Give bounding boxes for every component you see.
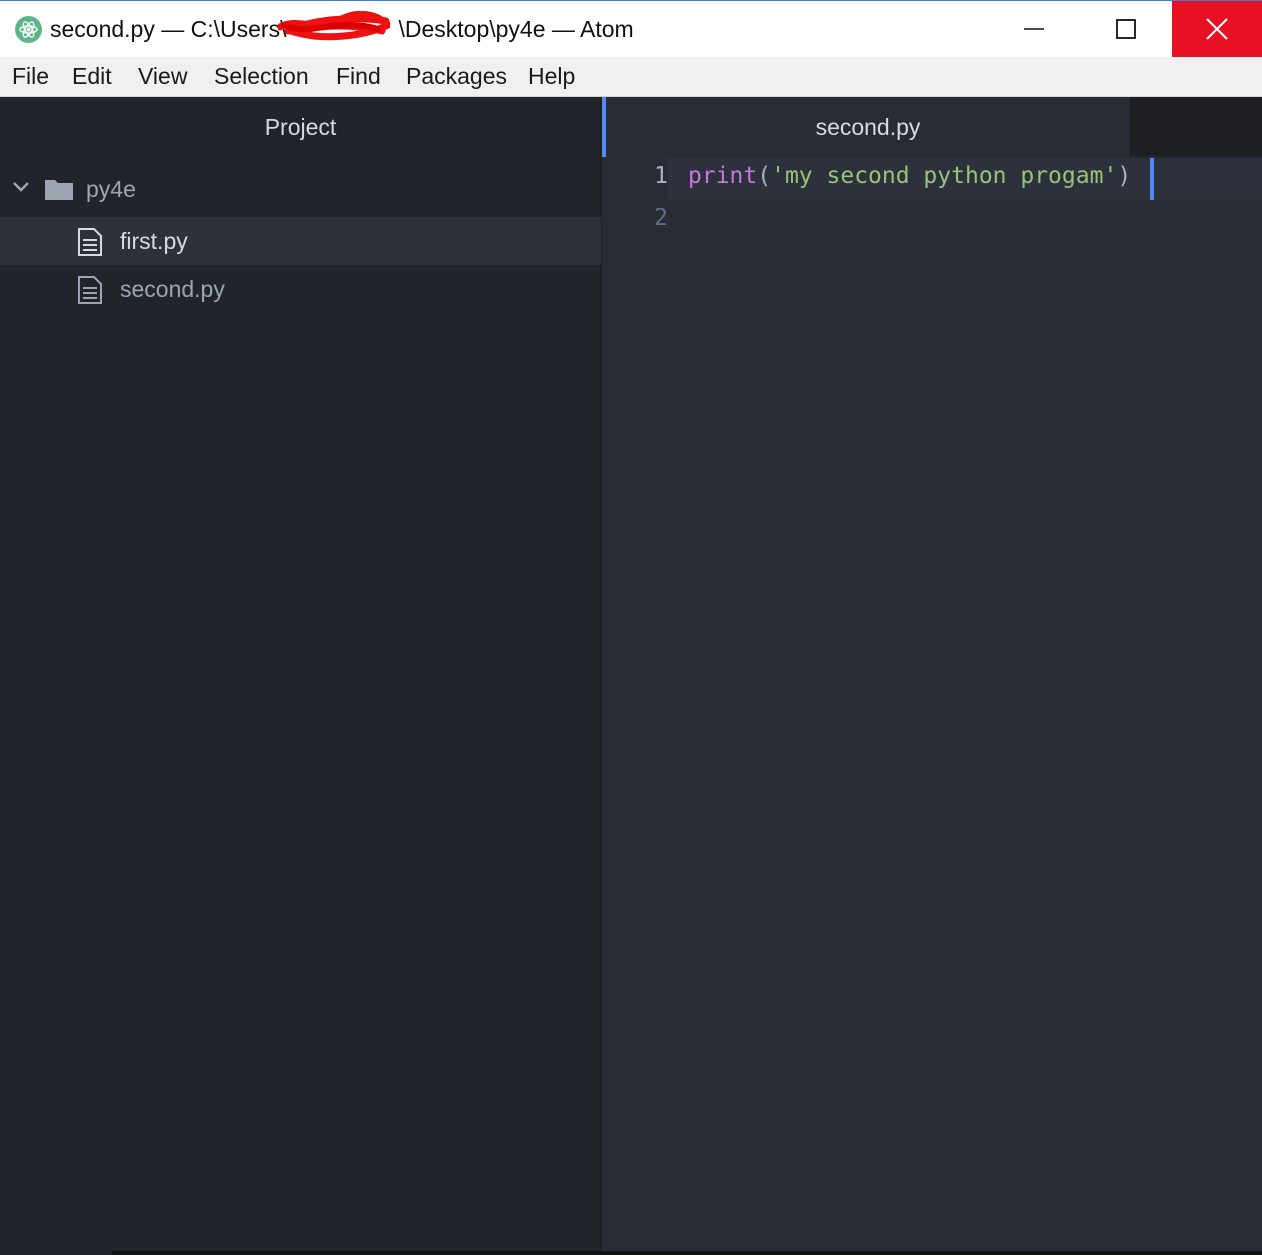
close-button[interactable]	[1172, 1, 1262, 57]
window-title-suffix: \Desktop\py4e — Atom	[398, 16, 634, 42]
token-string: 'my second python progam	[771, 163, 1104, 189]
redaction-scribble	[278, 11, 398, 43]
tree-file-first[interactable]: first.py	[0, 217, 601, 265]
code-line-2[interactable]	[688, 205, 1248, 233]
tab-bar: second.py	[602, 97, 1262, 157]
code-line-1[interactable]: print('my second python progam')	[688, 163, 1131, 189]
maximize-button[interactable]	[1080, 1, 1172, 57]
minimize-button[interactable]	[988, 1, 1080, 57]
token-function: print	[688, 163, 758, 189]
tab-bar-empty-area[interactable]	[1130, 97, 1262, 155]
token-open-paren: (	[757, 163, 772, 189]
window-title-prefix: second.py — C:\Users\	[50, 16, 287, 42]
file-text-icon	[78, 228, 102, 256]
tab-title: second.py	[815, 113, 921, 140]
menu-packages[interactable]: Packages	[406, 63, 507, 90]
menu-view[interactable]: View	[138, 63, 187, 90]
menu-help[interactable]: Help	[528, 63, 575, 90]
bottom-edge	[112, 1251, 1262, 1255]
tree-folder-py4e[interactable]: py4e	[0, 165, 601, 213]
line-number: 2	[654, 205, 668, 231]
atom-app-icon	[15, 16, 42, 43]
minimize-icon	[1024, 28, 1044, 30]
tree-file-second[interactable]: second.py	[0, 265, 601, 313]
file-label-first: first.py	[120, 228, 188, 254]
tree-header-label: Project	[264, 113, 337, 140]
line-number: 1	[654, 163, 668, 189]
window-title: second.py — C:\Users\ \Desktop\py4e — At…	[50, 11, 634, 43]
file-label-second: second.py	[120, 276, 225, 302]
file-text-icon	[78, 276, 102, 304]
text-caret	[1150, 158, 1154, 200]
tab-second-py[interactable]: second.py	[602, 97, 1130, 157]
menu-edit[interactable]: Edit	[72, 63, 112, 90]
chevron-down-icon	[13, 182, 29, 192]
menu-bar: File Edit View Selection Find Packages H…	[0, 57, 1262, 97]
maximize-icon	[1116, 19, 1136, 39]
tree-header[interactable]: Project	[0, 97, 601, 157]
project-tree-panel: Project py4e first.py second.py	[0, 97, 601, 1255]
folder-label: py4e	[86, 176, 136, 202]
menu-file[interactable]: File	[12, 63, 49, 90]
menu-find[interactable]: Find	[336, 63, 381, 90]
menu-selection[interactable]: Selection	[214, 63, 309, 90]
editor-pane: second.py 1 2 print('my second python pr…	[602, 97, 1262, 1255]
token-close-paren: )	[1117, 163, 1132, 189]
close-icon	[1206, 18, 1228, 40]
title-bar: second.py — C:\Users\ \Desktop\py4e — At…	[0, 0, 1262, 57]
folder-icon	[45, 180, 73, 200]
token-string-close: '	[1103, 163, 1118, 189]
